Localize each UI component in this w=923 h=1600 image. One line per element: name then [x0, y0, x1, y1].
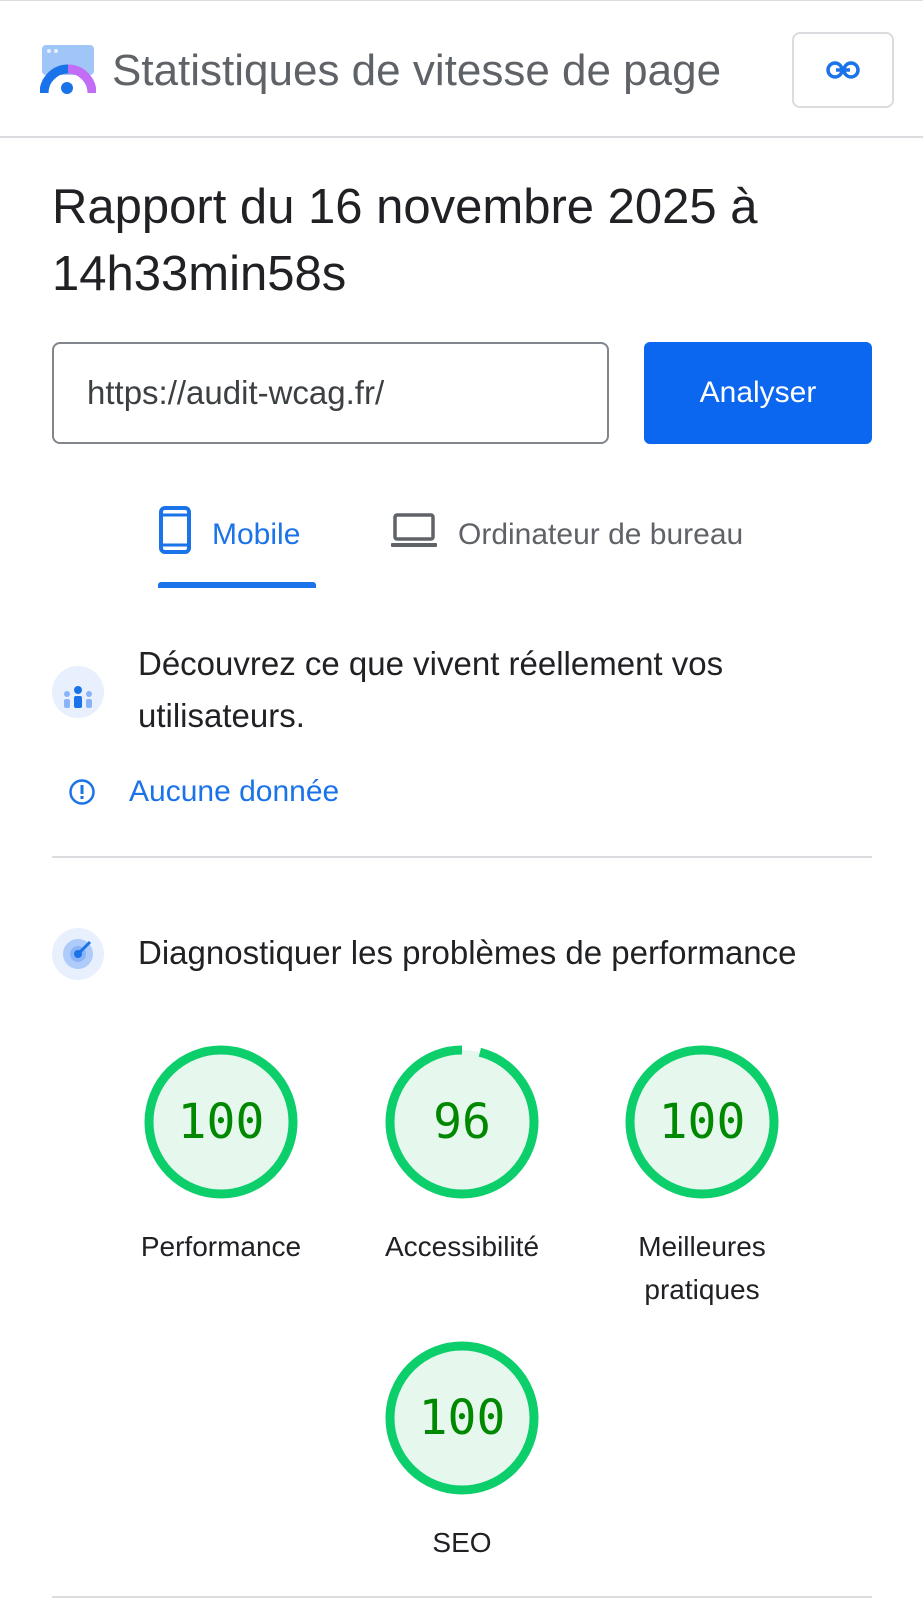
app-title: Statistiques de vitesse de page — [112, 46, 722, 95]
pagespeed-logo-icon — [40, 45, 96, 94]
tab-desktop-label: Ordinateur de bureau — [458, 518, 744, 551]
info-icon — [69, 779, 95, 805]
pagespeed-page: Statistiques de vitesse de page Rapport … — [0, 0, 923, 1600]
diagnostics-heading: Diagnostiquer les problèmes de performan… — [138, 934, 797, 971]
diagnostics-icon — [52, 928, 104, 980]
laptop-icon — [391, 513, 437, 547]
copy-link-button[interactable] — [792, 32, 894, 108]
performance-score: 100 — [177, 1094, 265, 1150]
report-title: Rapport du 16 novembre 2025 à 14h33min58… — [52, 180, 758, 301]
performance-gauge[interactable]: 100 Performance — [121, 1043, 321, 1268]
tab-mobile-label: Mobile — [212, 518, 301, 551]
real-users-heading: Découvrez ce que vivent réellement vos u… — [138, 645, 724, 734]
tab-selected-indicator — [158, 582, 316, 588]
no-data-link[interactable]: Aucune donnée — [129, 770, 339, 814]
app-header: Statistiques de vitesse de page — [0, 0, 923, 138]
seo-gauge[interactable]: 100 SEO — [362, 1339, 562, 1564]
best-practices-gauge[interactable]: 100 Meilleures pratiques — [602, 1043, 802, 1311]
section-divider — [52, 856, 872, 858]
best-practices-score: 100 — [658, 1094, 746, 1150]
accessibility-gauge[interactable]: 96 Accessibilité — [362, 1043, 562, 1268]
tab-mobile[interactable]: Mobile — [158, 505, 318, 585]
accessibility-score: 96 — [433, 1094, 491, 1150]
seo-label: SEO — [432, 1527, 492, 1558]
tab-desktop[interactable]: Ordinateur de bureau — [390, 505, 790, 585]
seo-score: 100 — [418, 1390, 506, 1446]
bottom-divider — [52, 1596, 872, 1598]
best-practices-label: Meilleures pratiques — [638, 1231, 766, 1305]
phone-icon — [159, 506, 191, 554]
url-input[interactable]: https://audit-wcag.fr/ — [52, 342, 609, 444]
accessibility-label: Accessibilité — [384, 1231, 540, 1262]
url-input-value: https://audit-wcag.fr/ — [87, 374, 385, 411]
analyse-button[interactable]: Analyser — [644, 342, 872, 444]
performance-label: Performance — [140, 1231, 302, 1262]
link-icon — [826, 61, 860, 79]
users-icon — [52, 666, 104, 718]
